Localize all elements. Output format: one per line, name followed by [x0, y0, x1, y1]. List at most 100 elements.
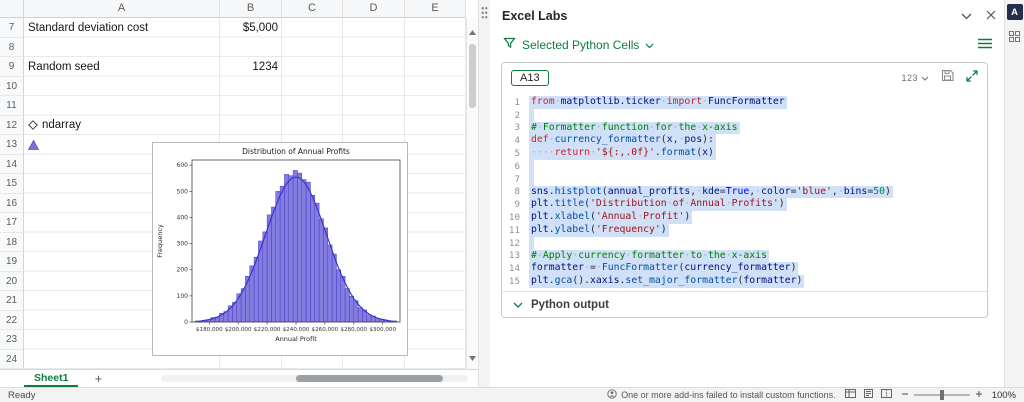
column-header-A[interactable]: A [24, 0, 220, 18]
code-line-1[interactable]: 1 from·matplotlib.ticker·import·FuncForma… [502, 96, 987, 109]
panel-header: Excel Labs [502, 5, 996, 27]
zoom-in-button[interactable] [975, 390, 983, 401]
column-header-B[interactable]: B [220, 0, 282, 18]
code-line-text: #·Apply·currency·formatter·to·the·x-axis [529, 249, 770, 263]
column-header-D[interactable]: D [343, 0, 405, 18]
panel-splitter[interactable] [478, 0, 490, 387]
zoom-level[interactable]: 100% [992, 390, 1016, 401]
code-line-8[interactable]: 8 sns.histplot(annual_profits,·kde=True,·… [502, 185, 987, 199]
spreadsheet: ABCDE 7 8 9 10 11 12 13 14 15 16 17 18 19 20 21 22 23 24 … [0, 0, 466, 369]
code-line-text [529, 236, 534, 250]
row-header-24[interactable]: 24 [0, 349, 24, 369]
svg-text:Distribution of Annual Profits: Distribution of Annual Profits [242, 147, 350, 156]
zoom-slider-thumb[interactable] [939, 390, 944, 400]
row-header-22[interactable]: 22 [0, 310, 24, 330]
scroll-up-button[interactable] [469, 18, 476, 42]
filter-chevron-icon[interactable] [645, 36, 654, 54]
code-line-15[interactable]: 15 plt.gca().xaxis.set_major_formatter(fo… [502, 275, 987, 288]
row-header-14[interactable]: 14 [0, 154, 24, 174]
row-header-13[interactable]: 13 [0, 135, 24, 155]
cell-B7[interactable]: $5,000 [220, 18, 282, 38]
horizontal-scroll-thumb[interactable] [296, 375, 444, 382]
code-line-13[interactable]: 13 #·Apply·currency·formatter·to·the·x-ax… [502, 249, 987, 263]
sheet-vertical-scrollbar[interactable] [466, 18, 478, 369]
code-line-6[interactable]: 6 [502, 159, 987, 173]
addin-rail: A [1004, 0, 1024, 387]
row-header-21[interactable]: 21 [0, 291, 24, 311]
horizontal-scrollbar[interactable] [161, 375, 468, 382]
sheet-tab-sheet1[interactable]: Sheet1 [24, 370, 79, 387]
row-header-19[interactable]: 19 [0, 252, 24, 272]
cell-A9[interactable]: Random seed [24, 57, 220, 77]
row-header-16[interactable]: 16 [0, 193, 24, 213]
excel-labs-panel: Excel Labs Selected Python Cells A13 123 [490, 0, 1004, 387]
row-header-9[interactable]: 9 [0, 57, 24, 77]
vertical-scroll-thumb[interactable] [469, 44, 476, 108]
code-line-5[interactable]: 5 ····return·'${:,.0f}'.format(x) [502, 147, 987, 160]
row-header-10[interactable]: 10 [0, 76, 24, 96]
svg-text:$240,000: $240,000 [283, 327, 310, 333]
code-line-text [529, 159, 534, 173]
code-line-text [529, 172, 534, 186]
expand-icon[interactable] [966, 69, 978, 87]
excel-labs-addin-icon[interactable]: A [1006, 4, 1023, 20]
row-header-18[interactable]: 18 [0, 232, 24, 252]
code-line-9[interactable]: 9 plt.title('Distribution·of·Annual·Profi… [502, 198, 987, 212]
normal-view-button[interactable] [844, 389, 856, 401]
row-header-17[interactable]: 17 [0, 213, 24, 233]
save-icon[interactable] [941, 69, 954, 87]
column-header-E[interactable]: E [405, 0, 466, 18]
code-line-11[interactable]: 11 plt.ylabel('Frequency') [502, 223, 987, 237]
cell-reference-box[interactable]: A13 [511, 70, 549, 86]
page-layout-view-button[interactable] [863, 389, 874, 401]
chevron-down-icon[interactable] [961, 7, 972, 25]
code-line-10[interactable]: 10 plt.xlabel('Annual·Profit') [502, 211, 987, 224]
code-line-2[interactable]: 2 [502, 108, 987, 122]
menu-icon[interactable] [978, 36, 992, 54]
zoom-out-button[interactable] [901, 390, 909, 401]
code-line-14[interactable]: 14 formatter·=·FuncFormatter(currency_for… [502, 262, 987, 276]
close-icon[interactable] [986, 7, 996, 25]
row-header-11[interactable]: 11 [0, 96, 24, 116]
python-output-label: Python output [531, 298, 609, 311]
row-header-8[interactable]: 8 [0, 37, 24, 57]
python-output-section[interactable]: Python output [502, 291, 987, 317]
splitter-handle-icon[interactable] [481, 6, 488, 19]
embedded-chart[interactable]: Distribution of Annual Profits 0 100 200 300… [152, 142, 408, 356]
scroll-down-button[interactable] [469, 344, 476, 369]
code-line-7[interactable]: 7 [502, 172, 987, 186]
row-header-7[interactable]: 7 [0, 18, 24, 38]
row-header-15[interactable]: 15 [0, 174, 24, 194]
line-number: 5 [514, 148, 520, 160]
cell-text: Standard deviation cost [28, 21, 149, 34]
output-chevron-icon[interactable] [513, 299, 523, 311]
code-line-3[interactable]: 3 #·Formatter·function·for·the·x-axis [502, 121, 987, 135]
page-break-view-button[interactable] [880, 389, 892, 401]
select-all-corner[interactable] [0, 0, 24, 18]
sheet-tab-bar: Sheet1 + [0, 369, 478, 387]
histogram-figure: Distribution of Annual Profits 0 100 200 300… [152, 142, 408, 356]
column-header-C[interactable]: C [282, 0, 343, 18]
filter-row: Selected Python Cells [503, 34, 992, 56]
cell-B9[interactable]: 1234 [220, 57, 282, 77]
addin-warning-text: One or more add-ins failed to install cu… [621, 390, 836, 400]
add-sheet-button[interactable]: + [90, 372, 106, 386]
cell-text: $5,000 [242, 21, 278, 34]
cell-A12[interactable]: ndarray [24, 116, 220, 136]
row-header-20[interactable]: 20 [0, 271, 24, 291]
zoom-slider[interactable] [913, 390, 970, 400]
selected-python-cells-dropdown[interactable]: Selected Python Cells [522, 38, 639, 52]
apps-grid-icon[interactable] [1007, 29, 1023, 47]
code-line-text: #·Formatter·function·for·the·x-axis [529, 121, 740, 135]
row-header-12[interactable]: 12 [0, 115, 24, 135]
code-line-4[interactable]: 4 def·currency_formatter(x,·pos): [502, 134, 987, 148]
code-line-12[interactable]: 12 [502, 236, 987, 250]
row-header-23[interactable]: 23 [0, 330, 24, 350]
number-format-dropdown[interactable]: 123 [901, 73, 929, 83]
cell-A7[interactable]: Standard deviation cost [24, 18, 220, 38]
svg-text:$220,000: $220,000 [254, 327, 281, 333]
line-number: 6 [514, 160, 520, 172]
code-line-text: sns.histplot(annual_profits,·kde=True,·c… [529, 185, 893, 199]
code-line-text: plt.xlabel('Annual·Profit') [529, 211, 693, 224]
code-editor[interactable]: 1 from·matplotlib.ticker·import·FuncForma… [502, 93, 987, 291]
